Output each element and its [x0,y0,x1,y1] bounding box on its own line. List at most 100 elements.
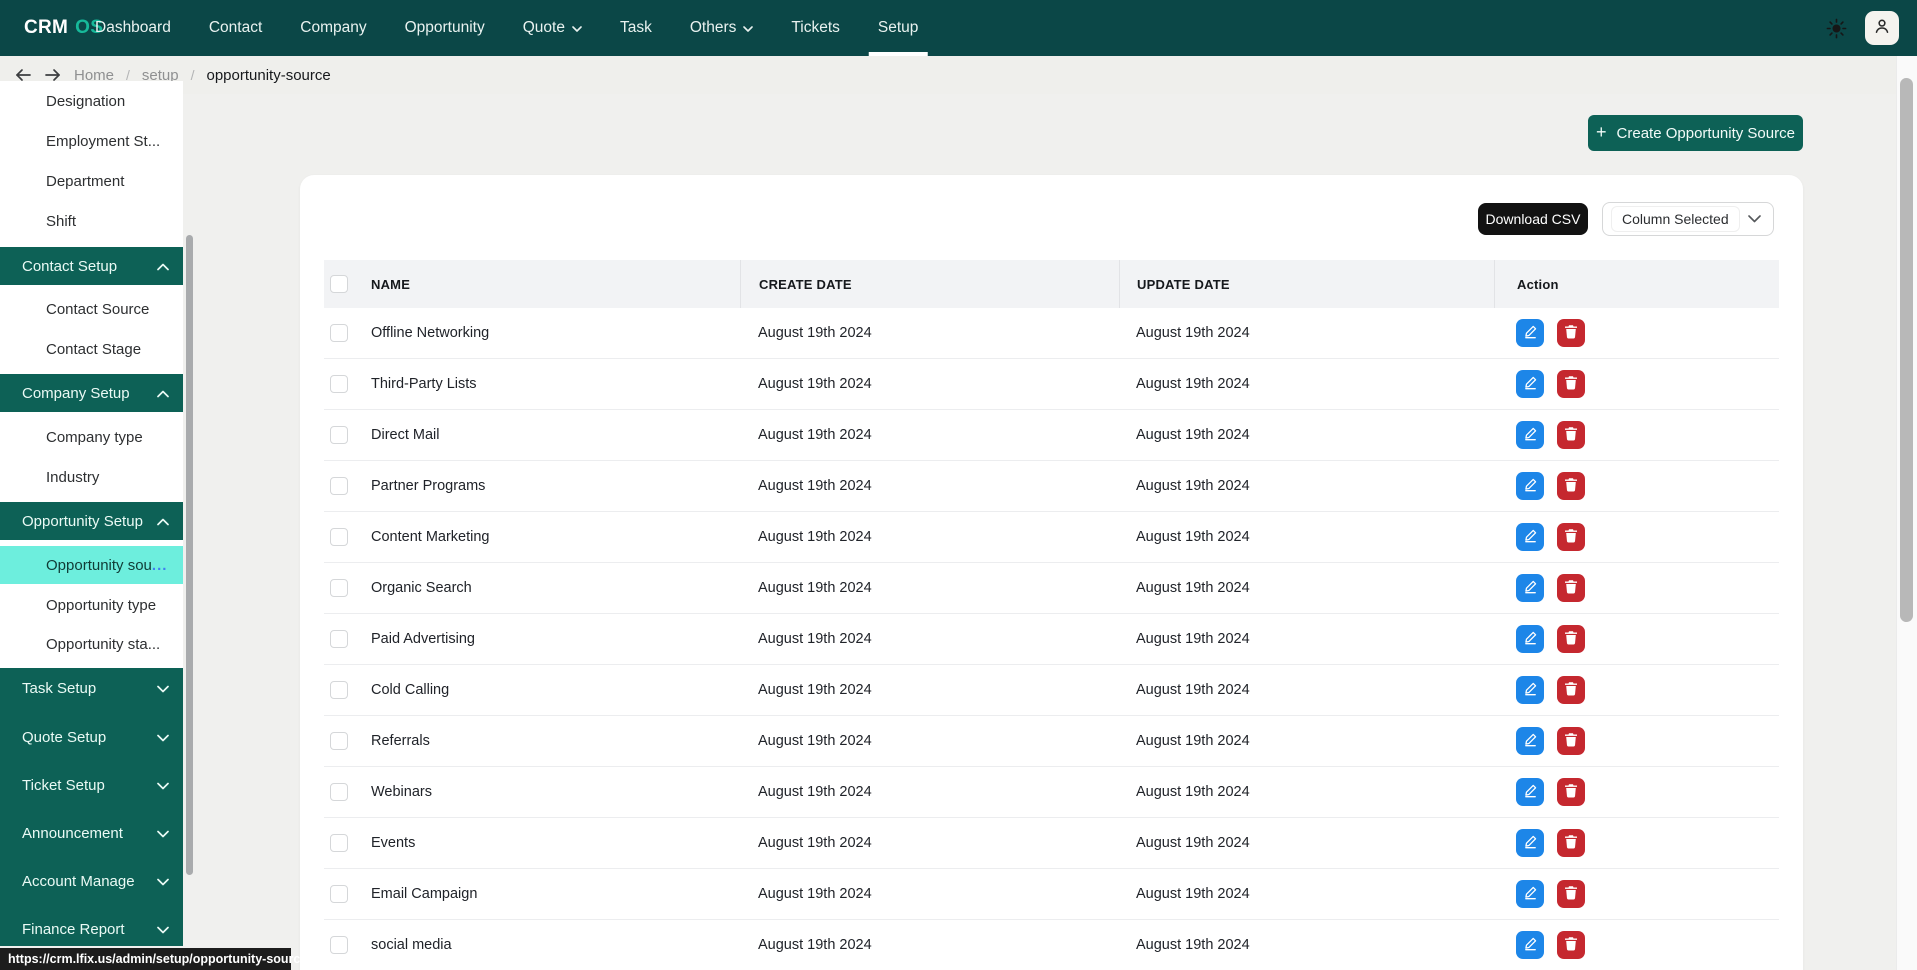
sidebar-item-designation[interactable]: Designation [0,81,183,121]
sidebar-section-ticket-setup[interactable]: Ticket Setup [0,766,183,804]
edit-button[interactable] [1516,370,1544,398]
nav-item-dashboard[interactable]: Dashboard [95,0,171,56]
trash-icon [1564,681,1578,699]
sidebar-section-contact-setup[interactable]: Contact Setup [0,247,183,285]
delete-button[interactable] [1557,727,1585,755]
sidebar-item-contact-stage[interactable]: Contact Stage [0,329,183,369]
download-csv-button[interactable]: Download CSV [1478,203,1588,235]
select-all-checkbox[interactable] [330,275,348,293]
row-checkbox[interactable] [330,936,348,954]
sidebar-section-finance-report[interactable]: Finance Report [0,910,183,948]
sidebar-collapsed-sections-block [0,668,183,946]
theme-toggle-sun-icon[interactable] [1823,15,1849,41]
nav-item-quote[interactable]: Quote [523,0,582,56]
row-checkbox[interactable] [330,681,348,699]
nav-item-others[interactable]: Others [690,0,754,56]
delete-button[interactable] [1557,880,1585,908]
sidebar-item-industry[interactable]: Industry [0,457,183,497]
row-checkbox[interactable] [330,579,348,597]
delete-button[interactable] [1557,574,1585,602]
update-date-value: August 19th 2024 [1136,325,1250,341]
row-checkbox[interactable] [330,528,348,546]
source-name: Third-Party Lists [371,376,477,392]
chevron-down-icon [157,777,169,794]
delete-button[interactable] [1557,676,1585,704]
nav-menu: Dashboard Contact Company Opportunity Qu… [95,0,928,56]
edit-button[interactable] [1516,676,1544,704]
table-row: Events August 19th 2024 August 19th 2024 [324,818,1779,869]
delete-button[interactable] [1557,829,1585,857]
sidebar-item-department[interactable]: Department [0,161,183,201]
sidebar-section-quote-setup[interactable]: Quote Setup [0,718,183,756]
sidebar-section-account-manage[interactable]: Account Manage [0,862,183,900]
sidebar-item-contact-source[interactable]: Contact Source [0,289,183,329]
create-date-value: August 19th 2024 [758,784,872,800]
nav-item-contact[interactable]: Contact [209,0,262,56]
row-checkbox[interactable] [330,783,348,801]
row-checkbox[interactable] [330,324,348,342]
pencil-icon [1523,477,1538,495]
delete-button[interactable] [1557,421,1585,449]
table-header-row: NAME CREATE DATE UPDATE DATE Action [324,260,1779,308]
nav-item-tickets[interactable]: Tickets [791,0,840,56]
delete-button[interactable] [1557,625,1585,653]
update-date-value: August 19th 2024 [1136,835,1250,851]
sidebar-section-opportunity-setup[interactable]: Opportunity Setup [0,502,183,540]
delete-button[interactable] [1557,472,1585,500]
delete-button[interactable] [1557,778,1585,806]
row-checkbox[interactable] [330,732,348,750]
edit-button[interactable] [1516,421,1544,449]
edit-button[interactable] [1516,829,1544,857]
edit-button[interactable] [1516,574,1544,602]
row-checkbox[interactable] [330,375,348,393]
brand-logo[interactable]: CRM OS [24,0,103,56]
sidebar-section-task-setup[interactable]: Task Setup [0,669,183,707]
edit-button[interactable] [1516,727,1544,755]
breadcrumb-separator: / [190,67,195,83]
chevron-down-icon [157,921,169,938]
edit-button[interactable] [1516,472,1544,500]
create-opportunity-source-button[interactable]: + Create Opportunity Source [1588,115,1803,151]
row-checkbox[interactable] [330,477,348,495]
sidebar-item-shift[interactable]: Shift [0,201,183,241]
page-scrollbar-thumb[interactable] [1900,78,1913,622]
edit-button[interactable] [1516,625,1544,653]
column-selected-dropdown[interactable]: Column Selected [1602,202,1774,236]
edit-button[interactable] [1516,778,1544,806]
sidebar-item-opportunity-source-selected[interactable]: Opportunity sou... [0,546,183,584]
source-name: Organic Search [371,580,472,596]
sidebar-item-opportunity-stage[interactable]: Opportunity sta... [0,624,183,664]
forward-arrow-icon[interactable] [44,68,62,82]
delete-button[interactable] [1557,370,1585,398]
delete-button[interactable] [1557,523,1585,551]
delete-button[interactable] [1557,319,1585,347]
top-navbar: CRM OS Dashboard Contact Company Opportu… [0,0,1917,56]
sidebar-scrollbar-thumb[interactable] [186,235,193,875]
source-name: Events [371,835,416,851]
sidebar-section-company-setup[interactable]: Company Setup [0,374,183,412]
nav-item-setup[interactable]: Setup [868,0,928,56]
row-checkbox[interactable] [330,426,348,444]
create-date-value: August 19th 2024 [758,682,872,698]
delete-button[interactable] [1557,931,1585,959]
edit-button[interactable] [1516,931,1544,959]
edit-button[interactable] [1516,523,1544,551]
sidebar-section-announcement[interactable]: Announcement [0,814,183,852]
row-checkbox[interactable] [330,630,348,648]
edit-button[interactable] [1516,319,1544,347]
sidebar-item-company-type[interactable]: Company type [0,417,183,457]
nav-item-task[interactable]: Task [620,0,652,56]
sidebar-item-employment-status[interactable]: Employment St... [0,121,183,161]
truncation-ellipsis: ... [151,556,168,574]
nav-item-company[interactable]: Company [300,0,366,56]
update-date-value: August 19th 2024 [1136,580,1250,596]
sidebar-item-opportunity-type[interactable]: Opportunity type [0,585,183,625]
trash-icon [1564,630,1578,648]
back-arrow-icon[interactable] [14,68,32,82]
link-status-tooltip: https://crm.lfix.us/admin/setup/opportun… [0,948,307,970]
row-checkbox[interactable] [330,885,348,903]
row-checkbox[interactable] [330,834,348,852]
nav-item-opportunity[interactable]: Opportunity [405,0,485,56]
user-avatar-button[interactable] [1865,11,1899,45]
edit-button[interactable] [1516,880,1544,908]
